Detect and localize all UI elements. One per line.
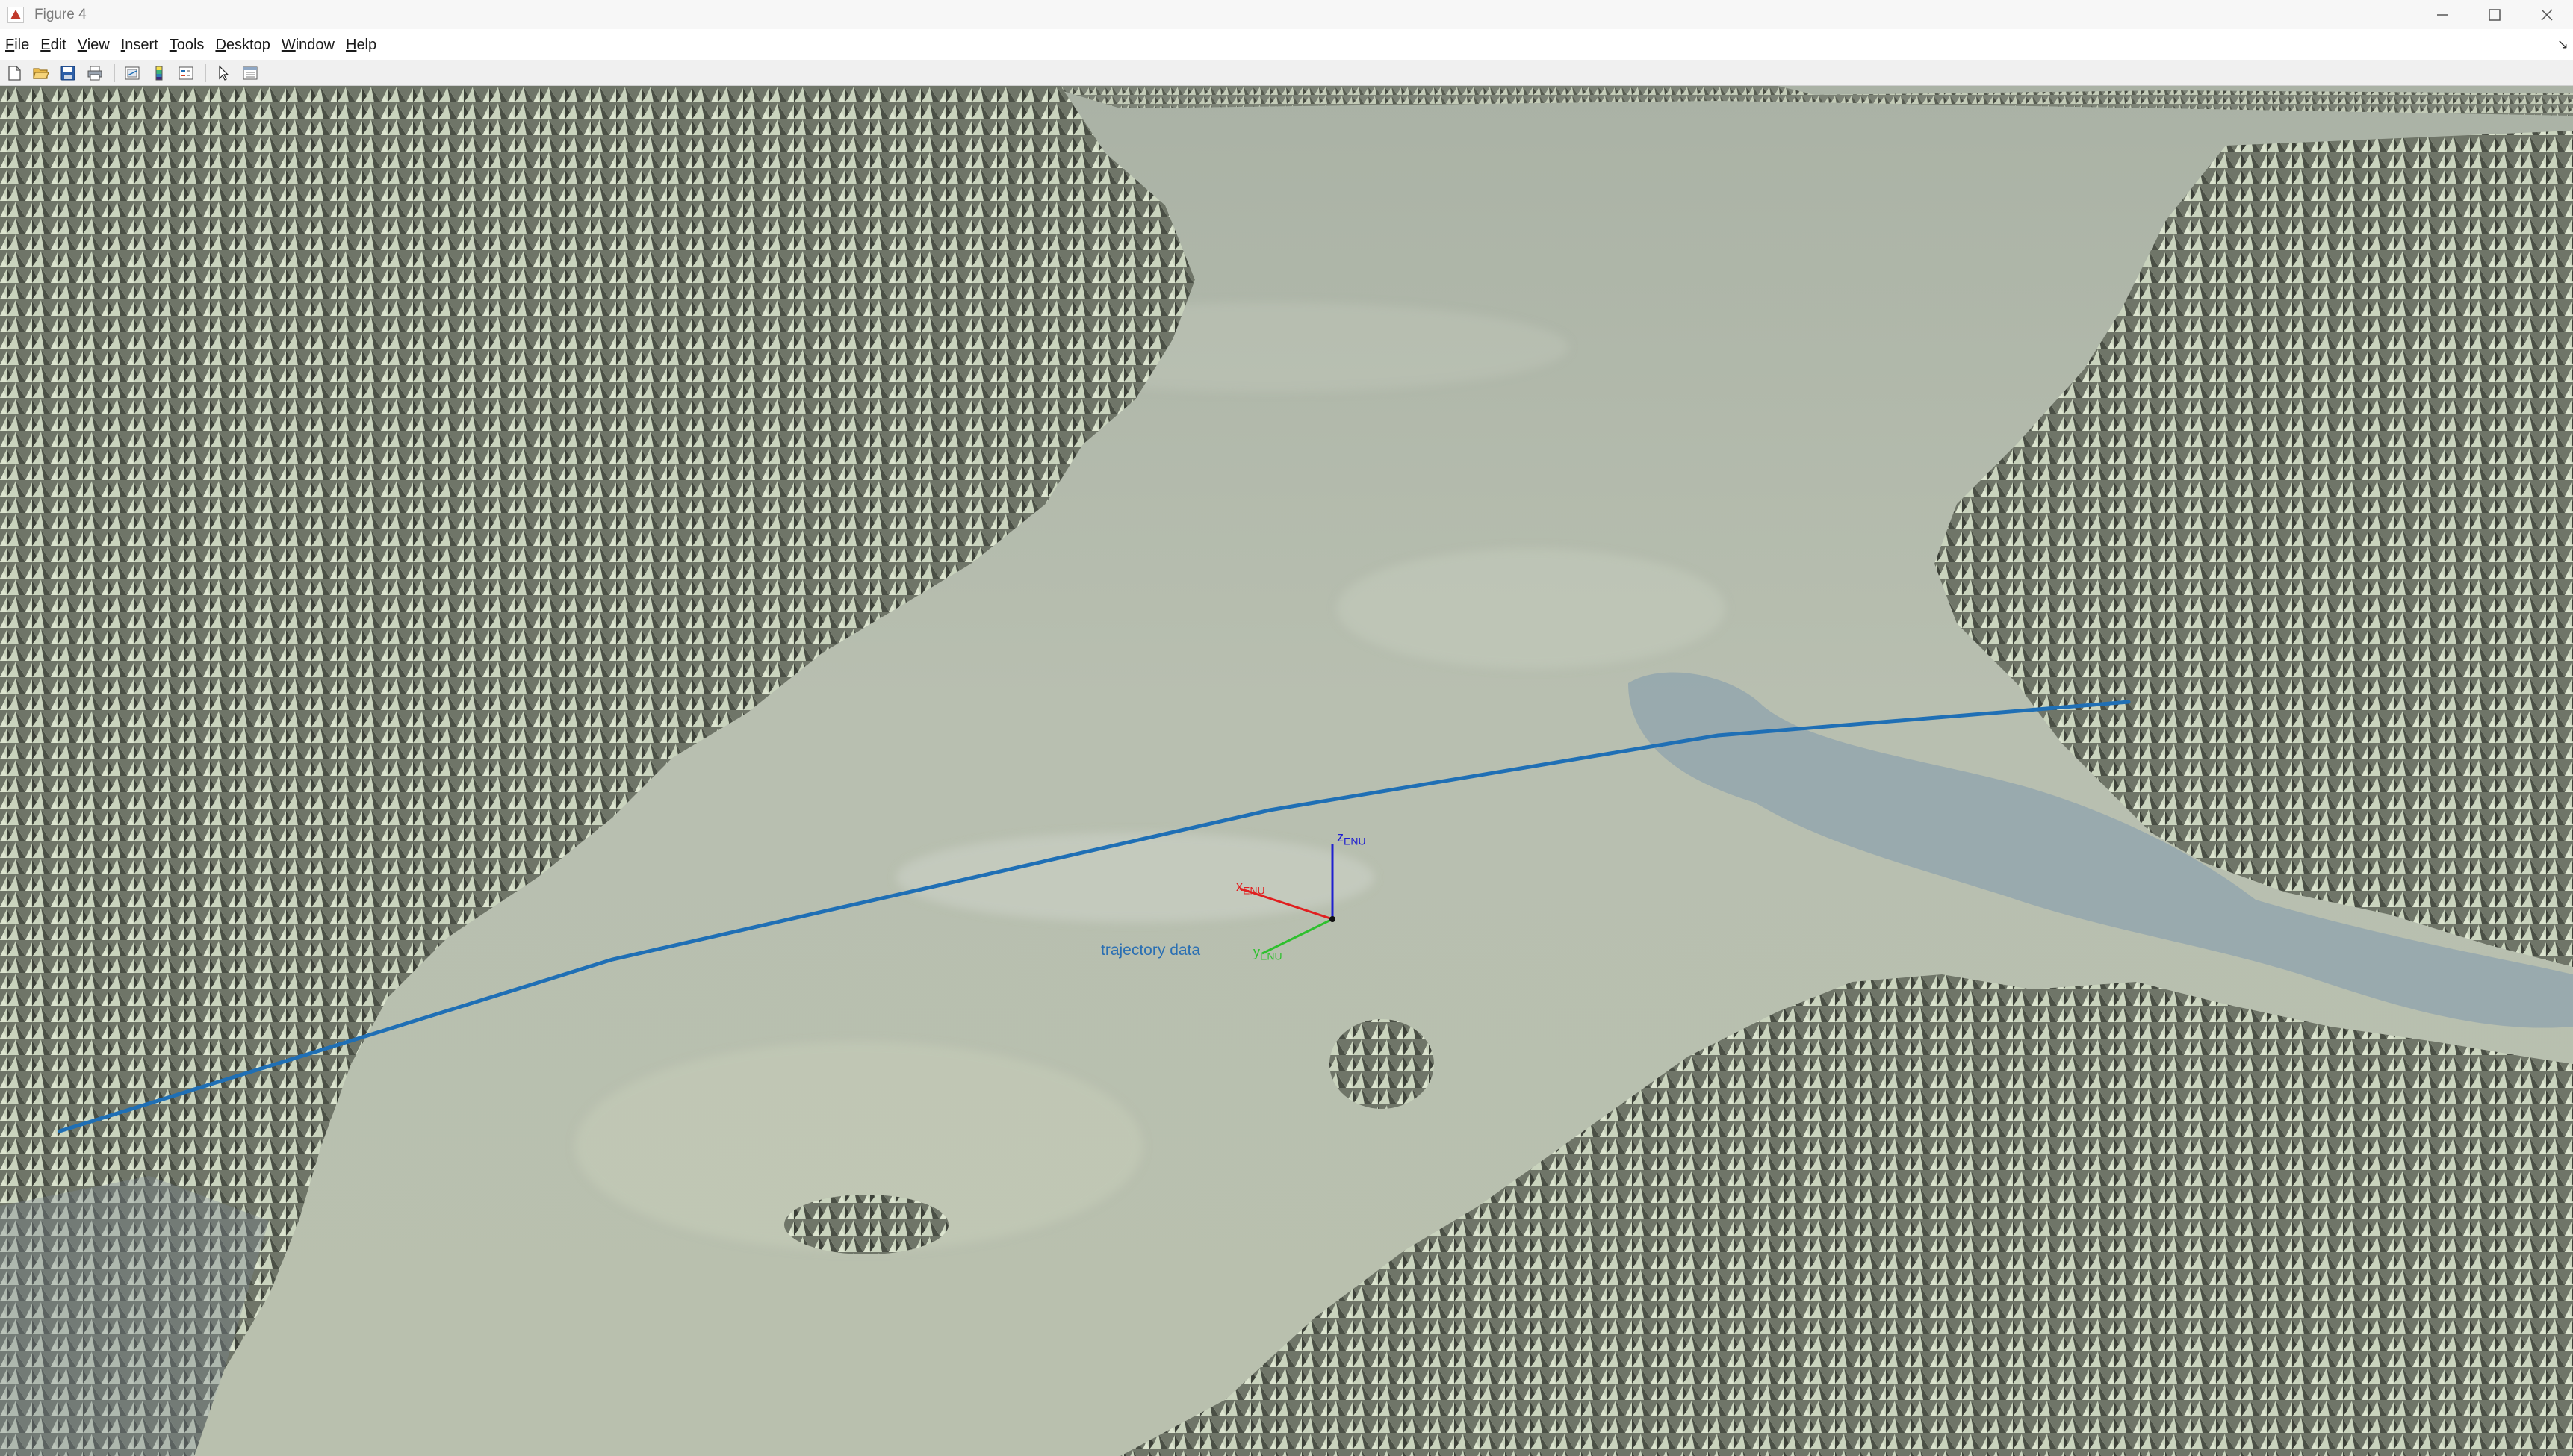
close-button[interactable]: [2521, 0, 2573, 29]
pointer-arrow-icon: [219, 65, 229, 81]
edit-plot-button[interactable]: [212, 63, 235, 84]
dock-figure-icon[interactable]: ↘: [2557, 37, 2569, 52]
z-axis-letter: z: [1337, 830, 1344, 844]
trajectory-label: trajectory data: [1101, 942, 1201, 959]
window-title-bar: Figure 4: [0, 0, 2573, 29]
new-file-icon: [8, 65, 21, 81]
maximize-icon: [2489, 8, 2501, 21]
matlab-figure-icon: [7, 6, 24, 23]
property-inspector-icon: [243, 66, 258, 79]
legend-icon: [179, 66, 193, 79]
menu-edit[interactable]: Edit: [35, 37, 72, 54]
figure-canvas[interactable]: trajectory data xENU yENU zENU: [0, 86, 2573, 1456]
menu-insert[interactable]: Insert: [116, 37, 164, 54]
figure-toolbar: [0, 60, 2573, 86]
toolbar-separator: [205, 63, 206, 82]
new-figure-button[interactable]: [3, 63, 25, 84]
menu-desktop[interactable]: Desktop: [210, 37, 276, 54]
window-controls: [2416, 0, 2573, 29]
insert-legend-button[interactable]: [175, 63, 197, 84]
x-axis-letter: x: [1236, 879, 1243, 894]
menu-file[interactable]: File: [0, 37, 35, 54]
save-figure-button[interactable]: [57, 63, 79, 84]
menu-tools[interactable]: Tools: [164, 37, 211, 54]
y-axis-letter: y: [1253, 945, 1260, 959]
print-figure-button[interactable]: [84, 63, 106, 84]
x-enu-label: xENU: [1236, 879, 1265, 897]
terrain-plot[interactable]: [0, 86, 2573, 1456]
window-title: Figure 4: [34, 6, 87, 22]
insert-colorbar-button[interactable]: [148, 63, 170, 84]
toolbar-separator: [114, 63, 115, 82]
colorbar-icon: [155, 66, 163, 80]
close-icon: [2541, 8, 2553, 21]
save-disk-icon: [60, 66, 75, 80]
y-enu-label: yENU: [1253, 945, 1282, 962]
open-folder-icon: [33, 67, 49, 79]
menu-view[interactable]: View: [72, 37, 116, 54]
menu-window[interactable]: Window: [276, 37, 341, 54]
link-plot-button[interactable]: [121, 63, 143, 84]
z-axis-subscript: ENU: [1344, 835, 1366, 847]
minimize-button[interactable]: [2416, 0, 2468, 29]
z-enu-label: zENU: [1337, 830, 1366, 847]
valley-hill: [1329, 1019, 1434, 1109]
open-file-button[interactable]: [30, 63, 52, 84]
menu-bar: File Edit View Insert Tools Desktop Wind…: [0, 29, 2573, 60]
minimize-icon: [2437, 13, 2448, 16]
menu-help[interactable]: Help: [341, 37, 382, 54]
maximize-button[interactable]: [2468, 0, 2521, 29]
link-plot-icon: [125, 66, 140, 79]
x-axis-subscript: ENU: [1243, 884, 1265, 897]
printer-icon: [87, 66, 102, 80]
property-inspector-button[interactable]: [239, 63, 261, 84]
valley-hill: [784, 1195, 949, 1254]
y-axis-subscript: ENU: [1260, 950, 1282, 962]
triad-origin: [1329, 916, 1335, 922]
